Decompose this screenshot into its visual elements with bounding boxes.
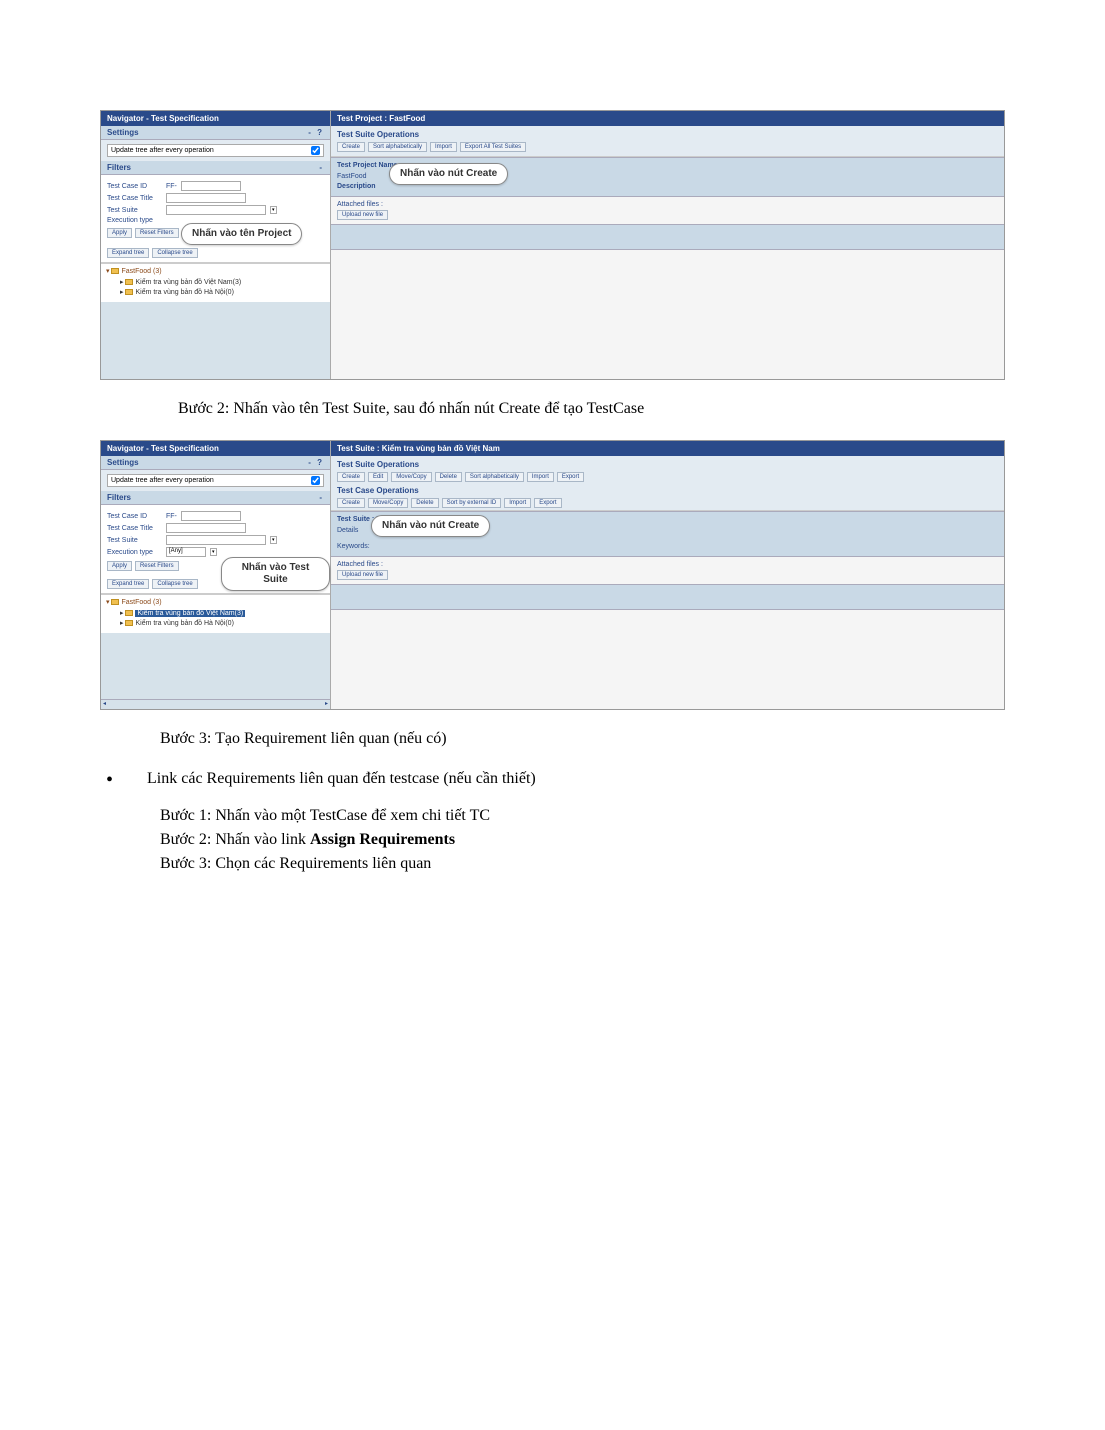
reset-button[interactable]: Reset Filters <box>135 228 179 238</box>
apply-button[interactable]: Apply <box>107 228 132 238</box>
upload-button[interactable]: Upload new file <box>337 210 388 220</box>
update-tree-checkbox[interactable] <box>311 476 320 485</box>
settings-text: Update tree after every operation <box>111 477 311 484</box>
callout-right: Nhấn vào nút Create <box>371 515 490 537</box>
content-panel: Test Project : FastFood Test Suite Opera… <box>331 111 1004 379</box>
folder-icon <box>111 599 119 605</box>
scroll-right-icon[interactable]: ▸ <box>325 700 328 709</box>
tcid-input[interactable] <box>181 181 241 191</box>
ts-export-button[interactable]: Export <box>557 472 584 482</box>
navigator-panel: Navigator - Test Specification Settings … <box>101 111 331 379</box>
collapse-button[interactable]: Collapse tree <box>152 248 197 258</box>
tree-item[interactable]: ▸ Kiểm tra vùng bản đồ Việt Nam(3) <box>106 278 325 289</box>
nav-title: Navigator - Test Specification <box>101 441 330 456</box>
attached-label: Attached files : <box>337 201 998 208</box>
content-title: Test Project : FastFood <box>331 111 1004 126</box>
folder-icon <box>125 610 133 616</box>
dropdown-icon[interactable]: ▾ <box>270 206 277 214</box>
dropdown-icon[interactable]: ▾ <box>270 536 277 544</box>
tsuite-input[interactable] <box>166 535 266 545</box>
collapse-icon[interactable]: - <box>319 163 324 172</box>
ops-title: Test Suite Operations <box>337 130 998 139</box>
step-line: Bước 2: Nhấn vào link Assign Requirement… <box>160 828 1005 852</box>
exec-select[interactable]: [Any] <box>166 547 206 557</box>
ts-move-button[interactable]: Move/Copy <box>391 472 431 482</box>
ts-create-button[interactable]: Create <box>337 472 365 482</box>
step-line: Bước 1: Nhấn vào một TestCase để xem chi… <box>160 804 1005 828</box>
settings-text: Update tree after every operation <box>111 147 311 154</box>
settings-header[interactable]: Settings - ? <box>101 456 330 470</box>
create-button[interactable]: Create <box>337 142 365 152</box>
nav-title: Navigator - Test Specification <box>101 111 330 126</box>
navigator-panel: Navigator - Test Specification Settings … <box>101 441 331 709</box>
tree-root[interactable]: ▾ FastFood (3) <box>106 598 325 609</box>
tree-item[interactable]: ▸ Kiểm tra vùng bản đồ Hà Nội(0) <box>106 619 325 630</box>
tc-move-button[interactable]: Move/Copy <box>368 498 408 508</box>
nav-tree[interactable]: ▾ FastFood (3) ▸ Kiểm tra vùng bản đồ Vi… <box>101 263 330 302</box>
tree-item[interactable]: ▸ Kiểm tra vùng bản đồ Hà Nội(0) <box>106 288 325 299</box>
sort-button[interactable]: Sort alphabetically <box>368 142 427 152</box>
content-title: Test Suite : Kiểm tra vùng bản đồ Việt N… <box>331 441 1004 456</box>
step-line: Bước 3: Chọn các Requirements liên quan <box>160 852 1005 876</box>
caption-step3: Bước 3: Tạo Requirement liên quan (nếu c… <box>160 730 1005 748</box>
expand-button[interactable]: Expand tree <box>107 579 149 589</box>
folder-icon <box>125 279 133 285</box>
tc-ops-title: Test Case Operations <box>337 486 998 495</box>
dropdown-icon[interactable]: ▾ <box>210 548 217 556</box>
steps-block: Bước 1: Nhấn vào một TestCase để xem chi… <box>160 804 1005 876</box>
ts-edit-button[interactable]: Edit <box>368 472 388 482</box>
update-tree-checkbox[interactable] <box>311 146 320 155</box>
tc-create-button[interactable]: Create <box>337 498 365 508</box>
ts-delete-button[interactable]: Delete <box>435 472 462 482</box>
settings-header[interactable]: Settings - ? <box>101 126 330 140</box>
tc-sortext-button[interactable]: Sort by external ID <box>442 498 502 508</box>
apply-button[interactable]: Apply <box>107 561 132 571</box>
tc-import-button[interactable]: Import <box>504 498 531 508</box>
collapse-icon[interactable]: - ? <box>308 458 324 467</box>
collapse-icon[interactable]: - <box>319 493 324 502</box>
upload-button[interactable]: Upload new file <box>337 570 388 580</box>
reset-button[interactable]: Reset Filters <box>135 561 179 571</box>
import-button[interactable]: Import <box>430 142 457 152</box>
caption-step2: Bước 2: Nhấn vào tên Test Suite, sau đó … <box>178 400 1005 418</box>
ts-ops-title: Test Suite Operations <box>337 460 998 469</box>
nav-tree[interactable]: ▾ FastFood (3) ▸ Kiểm tra vùng bản đồ Vi… <box>101 594 330 633</box>
folder-icon <box>125 289 133 295</box>
tsuite-input[interactable] <box>166 205 266 215</box>
export-button[interactable]: Export All Test Suites <box>460 142 526 152</box>
callout-left: Nhấn vào Test Suite <box>221 557 330 591</box>
folder-icon <box>111 268 119 274</box>
screenshot-step2: Navigator - Test Specification Settings … <box>100 440 1005 710</box>
collapse-icon[interactable]: - ? <box>308 128 324 137</box>
bullet-icon: • <box>106 770 113 790</box>
screenshot-step1: Navigator - Test Specification Settings … <box>100 110 1005 380</box>
callout-right: Nhấn vào nút Create <box>389 163 508 185</box>
tree-root[interactable]: ▾ FastFood (3) <box>106 267 325 278</box>
tctitle-input[interactable] <box>166 523 246 533</box>
tctitle-input[interactable] <box>166 193 246 203</box>
attached-label: Attached files : <box>337 561 998 568</box>
scroll-left-icon[interactable]: ◂ <box>103 700 106 709</box>
ts-sort-button[interactable]: Sort alphabetically <box>465 472 524 482</box>
ts-import-button[interactable]: Import <box>527 472 554 482</box>
bullet-item: • Link các Requirements liên quan đến te… <box>100 770 1005 790</box>
callout-left: Nhấn vào tên Project <box>181 223 302 245</box>
filters-header[interactable]: Filters - <box>101 491 330 505</box>
tree-item-selected[interactable]: ▸ Kiểm tra vùng bản đồ Việt Nam(3) <box>106 609 325 620</box>
expand-button[interactable]: Expand tree <box>107 248 149 258</box>
filters-header[interactable]: Filters - <box>101 161 330 175</box>
folder-icon <box>125 620 133 626</box>
tc-export-button[interactable]: Export <box>534 498 561 508</box>
tc-delete-button[interactable]: Delete <box>411 498 438 508</box>
content-panel: Test Suite : Kiểm tra vùng bản đồ Việt N… <box>331 441 1004 709</box>
collapse-button[interactable]: Collapse tree <box>152 579 197 589</box>
tcid-input[interactable] <box>181 511 241 521</box>
